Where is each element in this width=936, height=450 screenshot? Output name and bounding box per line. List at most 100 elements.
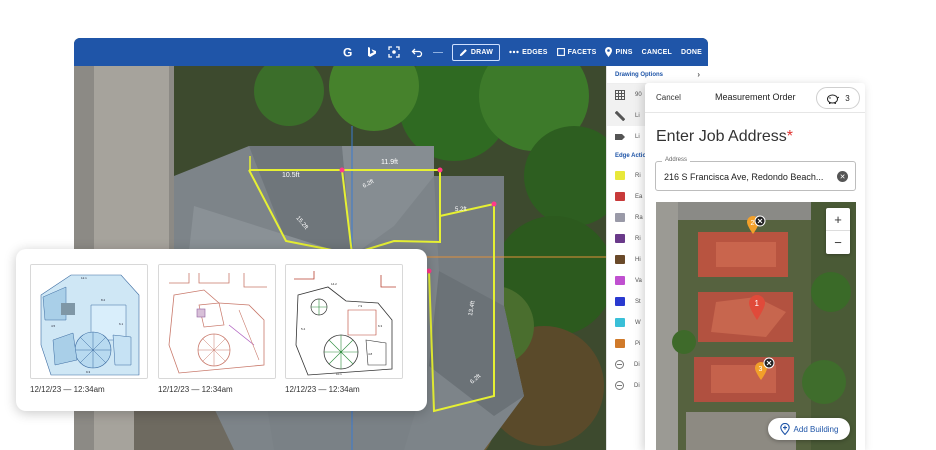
svg-text:9.3: 9.3: [86, 370, 91, 374]
order-title: Measurement Order: [715, 92, 796, 102]
report-thumbnail[interactable]: 14.2 7.9 5.4 6.3 10.1 4.8: [285, 264, 403, 379]
order-header: Cancel Measurement Order 3: [645, 83, 865, 113]
credits-count: 3: [845, 93, 850, 103]
valley-swatch-icon: [615, 276, 625, 285]
done-button[interactable]: DONE: [681, 49, 702, 56]
svg-text:7.9: 7.9: [358, 304, 363, 308]
add-location-icon: [779, 423, 790, 435]
pin-2-number: 2: [751, 220, 755, 227]
report-previews-card: 12.1 8.2 4.5 6.1 9.3 12/12/23 — 12:34am 12/1…: [16, 249, 427, 411]
edge-label: Ra: [635, 214, 643, 221]
svg-text:5.4: 5.4: [301, 327, 306, 331]
svg-text:4.5: 4.5: [51, 324, 56, 328]
zoom-out-button[interactable]: −: [826, 231, 850, 254]
heading-text: Enter Job Address: [656, 128, 787, 145]
svg-text:6.1: 6.1: [119, 322, 124, 326]
screenshot-icon[interactable]: [387, 45, 401, 59]
svg-text:6.3: 6.3: [378, 324, 383, 328]
edge-label: Ea: [635, 193, 643, 200]
credits-pill[interactable]: 3: [816, 87, 860, 109]
option-label: Li: [635, 133, 640, 140]
ruler-icon: [615, 110, 625, 121]
draw-label: DRAW: [470, 48, 494, 56]
edge-label: Pi: [635, 340, 641, 347]
svg-text:G: G: [343, 46, 352, 58]
measurement-order-panel: Cancel Measurement Order 3 Enter Job Add…: [645, 83, 865, 450]
clear-icon[interactable]: ✕: [837, 171, 848, 182]
roof-diagram-outline: [159, 265, 275, 378]
rake-swatch-icon: [615, 213, 625, 222]
done-label: DONE: [680, 48, 702, 56]
facets-button[interactable]: FACETS: [556, 48, 597, 56]
satellite-map[interactable]: 2 1 3 + − Add Building: [656, 202, 856, 450]
ridge-swatch-icon: [615, 171, 625, 180]
facets-label: FACETS: [567, 48, 597, 56]
roof-diagram-colored: 12.1 8.2 4.5 6.1 9.3: [31, 265, 147, 378]
option-label: Li: [635, 112, 640, 119]
report-date: 12/12/23 — 12:34am: [158, 385, 233, 394]
report-thumbnail[interactable]: [158, 264, 276, 379]
remove-icon: [615, 381, 624, 390]
option-label: 90: [635, 91, 642, 98]
edge-label: St: [635, 298, 641, 305]
edges-button[interactable]: EDGES: [509, 49, 548, 56]
app-stage: G DRAW EDGES FACETS PINS CANCEL DONE 11.…: [0, 0, 936, 450]
undo-icon[interactable]: [410, 45, 424, 59]
toolbar-divider: [432, 51, 443, 53]
drawing-options-header[interactable]: Drawing Options ›: [607, 66, 708, 84]
draw-button[interactable]: DRAW: [451, 43, 501, 61]
edge-label: Hi: [635, 256, 641, 263]
job-address-heading: Enter Job Address*: [656, 128, 793, 146]
edge-label: Va: [635, 277, 642, 284]
piggy-bank-icon: [827, 94, 840, 104]
edges-icon: [509, 50, 519, 54]
pin-3-number: 3: [759, 366, 763, 373]
cancel-label: CANCEL: [641, 48, 672, 56]
svg-text:8.2: 8.2: [101, 298, 106, 302]
chevron-right-icon: ›: [697, 70, 700, 79]
grid-icon: [615, 89, 625, 100]
svg-text:4.8: 4.8: [368, 352, 373, 356]
zoom-in-button[interactable]: +: [826, 208, 850, 231]
wall-swatch-icon: [615, 318, 625, 327]
roof-diagram-detailed: 14.2 7.9 5.4 6.3 10.1 4.8: [286, 265, 402, 378]
report-date: 12/12/23 — 12:34am: [285, 385, 360, 394]
bing-icon[interactable]: [364, 45, 378, 59]
svg-text:14.2: 14.2: [331, 282, 337, 286]
measure-label: 10.5ft: [282, 172, 300, 179]
address-label: Address: [662, 157, 691, 163]
edges-label: EDGES: [522, 48, 548, 56]
pin-icon: [605, 47, 613, 57]
report-thumbnail[interactable]: 12.1 8.2 4.5 6.1 9.3: [30, 264, 148, 379]
google-icon[interactable]: G: [341, 45, 355, 59]
delete-label: Di: [634, 382, 640, 389]
facets-icon: [556, 48, 565, 56]
required-mark: *: [786, 128, 793, 145]
edge-label: Ri: [635, 172, 641, 179]
measure-label: 5.2ft: [455, 207, 467, 213]
svg-text:12.1: 12.1: [81, 276, 87, 280]
add-building-button[interactable]: Add Building: [768, 418, 850, 440]
pencil-icon: [459, 48, 467, 56]
address-value[interactable]: 216 S Francisca Ave, Redondo Beach...: [664, 172, 823, 182]
label-icon: [615, 133, 625, 140]
cancel-button[interactable]: CANCEL: [642, 49, 672, 56]
zoom-control: + −: [826, 208, 850, 254]
order-cancel-button[interactable]: Cancel: [656, 93, 681, 102]
address-field[interactable]: Address 216 S Francisca Ave, Redondo Bea…: [655, 157, 856, 191]
measure-label: 11.9ft: [381, 159, 398, 166]
drawing-options-label: Drawing Options: [615, 71, 663, 78]
hip-swatch-icon: [615, 255, 625, 264]
ridge-alt-swatch-icon: [615, 234, 625, 243]
remove-icon: [615, 360, 624, 369]
edge-label: Ri: [635, 235, 641, 242]
delete-label: Di: [634, 361, 640, 368]
pins-button[interactable]: PINS: [605, 47, 632, 57]
add-building-label: Add Building: [793, 424, 839, 434]
editor-toolbar: G DRAW EDGES FACETS PINS CANCEL DONE: [74, 38, 708, 66]
eave-swatch-icon: [615, 192, 625, 201]
pin-1-number: 1: [755, 299, 760, 308]
edge-label: W: [635, 319, 641, 326]
step-swatch-icon: [615, 297, 625, 306]
pins-label: PINS: [615, 48, 633, 56]
